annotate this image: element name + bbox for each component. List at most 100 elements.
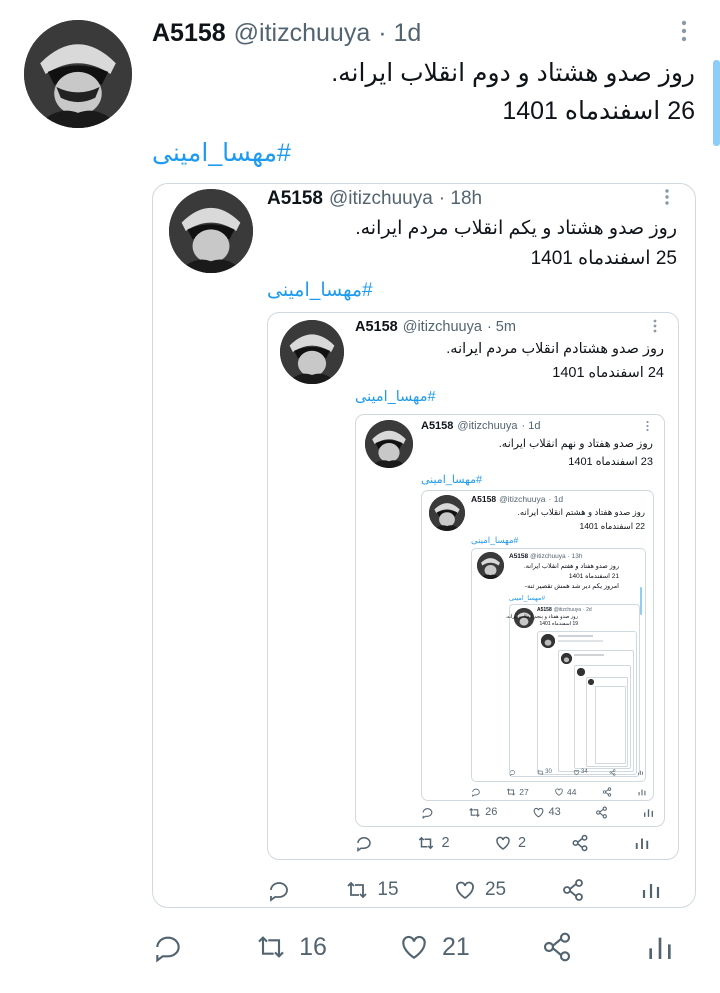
share-icon[interactable]: [571, 834, 589, 852]
like-action[interactable]: 25: [453, 878, 506, 902]
hashtag-link[interactable]: #مهسا_امینی: [509, 594, 545, 602]
quoted-tweet[interactable]: A5158 @itizchuuya · 2d روز صدو هفتاد و پ…: [505, 604, 640, 777]
author-name[interactable]: A5158: [421, 420, 453, 432]
reply-icon[interactable]: [355, 834, 373, 852]
author-name[interactable]: A5158: [509, 553, 528, 560]
quote-text-line-1: روز صدو هشتادم انقلاب مردم ایرانه.: [446, 341, 664, 357]
quoted-tweet[interactable]: A5158 @itizchuuya · 1d روز صدو هفتاد و ن…: [355, 414, 665, 827]
timestamp[interactable]: · 1d: [522, 420, 541, 432]
reply-icon[interactable]: [421, 806, 434, 819]
analytics-icon[interactable]: [642, 806, 655, 819]
share-icon[interactable]: [595, 806, 608, 819]
tweet-actions: 26 43: [421, 803, 655, 821]
quote-text-line-1: روز صدو هشتاد و یکم انقلاب مردم ایرانه.: [355, 218, 677, 239]
hashtag-link[interactable]: #مهسا_امینی: [471, 535, 518, 546]
quote-text-line-1: روز صدو هفتاد و هشتم انقلاب ایرانه.: [517, 507, 645, 517]
hashtag-link[interactable]: #مهسا_امینی: [421, 473, 482, 486]
like-count: 25: [484, 879, 507, 900]
analytics-icon[interactable]: [637, 787, 647, 797]
hashtag-link[interactable]: #مهسا_امینی: [152, 138, 291, 168]
author-handle[interactable]: @itizchuuya: [499, 494, 545, 504]
avatar[interactable]: [169, 189, 253, 273]
quoted-tweet[interactable]: [537, 631, 637, 775]
analytics-icon[interactable]: [633, 834, 651, 852]
author-handle[interactable]: @itizchuuya: [457, 420, 517, 432]
share-icon[interactable]: [541, 931, 573, 963]
quoted-tweet[interactable]: A5158 @itizchuuya · 18h روز صدو هشتاد و …: [152, 183, 696, 908]
quoted-tweet[interactable]: [595, 686, 626, 764]
scroll-indicator[interactable]: [640, 587, 642, 615]
tweet-actions: 2 2: [355, 832, 651, 854]
avatar[interactable]: [477, 552, 504, 579]
analytics-icon[interactable]: [644, 931, 676, 963]
reply-icon[interactable]: [471, 787, 481, 797]
heart-icon: [533, 807, 543, 817]
timestamp[interactable]: · 5m: [487, 319, 516, 335]
quoted-tweet[interactable]: [574, 665, 631, 769]
timestamp[interactable]: · 1d: [378, 19, 421, 48]
share-icon[interactable]: [609, 768, 616, 776]
like-action[interactable]: 43: [532, 806, 561, 819]
retweet-count: 15: [377, 879, 399, 900]
avatar[interactable]: [561, 653, 572, 664]
quoted-tweet[interactable]: A5158 @itizchuuya · 13h روز صدو هفتاد و …: [471, 548, 646, 782]
avatar[interactable]: [365, 420, 413, 468]
author-handle[interactable]: @itizchuuya: [403, 319, 482, 335]
like-action[interactable]: 2: [494, 834, 526, 852]
author-name[interactable]: A5158: [471, 494, 496, 504]
more-icon[interactable]: [643, 419, 652, 432]
author-handle[interactable]: @itizchuuya: [329, 188, 433, 210]
like-action[interactable]: 34: [573, 769, 588, 776]
retweet-action[interactable]: 30: [537, 769, 552, 776]
reply-icon[interactable]: [509, 769, 516, 776]
avatar[interactable]: [541, 634, 555, 648]
placeholder-text: [558, 635, 593, 637]
tweet-actions: 27 44: [471, 785, 647, 799]
quote-header: A5158 @itizchuuya · 1d: [421, 418, 540, 434]
avatar[interactable]: [24, 20, 132, 128]
author-name[interactable]: A5158: [267, 188, 323, 210]
retweet-action[interactable]: 16: [255, 931, 327, 963]
like-action[interactable]: 44: [554, 787, 576, 797]
avatar[interactable]: [588, 679, 594, 685]
timestamp[interactable]: · 18h: [439, 188, 482, 210]
more-icon[interactable]: [649, 318, 661, 334]
like-count: 43: [548, 806, 561, 818]
quoted-tweet[interactable]: A5158 @itizchuuya · 5m روز صدو هشتادم ان…: [267, 312, 679, 860]
avatar[interactable]: [429, 495, 465, 531]
avatar[interactable]: [577, 668, 585, 676]
retweet-action[interactable]: 26: [468, 806, 497, 819]
reply-icon[interactable]: [267, 878, 291, 902]
share-icon[interactable]: [602, 787, 612, 797]
timestamp[interactable]: · 2d: [583, 607, 592, 613]
retweet-icon: [347, 881, 368, 899]
analytics-icon[interactable]: [637, 769, 644, 776]
reply-icon[interactable]: [152, 931, 184, 963]
quoted-tweet[interactable]: A5158 @itizchuuya · 1d روز صدو هفتاد و ه…: [421, 490, 654, 801]
retweet-action[interactable]: 27: [506, 787, 529, 797]
hashtag-link[interactable]: #مهسا_امینی: [355, 389, 436, 405]
like-action[interactable]: 21: [398, 931, 470, 963]
author-name[interactable]: A5158: [537, 607, 552, 613]
author-name[interactable]: A5158: [355, 319, 398, 335]
timestamp[interactable]: · 1d: [549, 494, 564, 504]
retweet-count: 27: [519, 787, 529, 797]
author-handle[interactable]: @itizchuuya: [530, 553, 566, 560]
share-icon[interactable]: [561, 878, 585, 902]
scroll-indicator[interactable]: [713, 60, 720, 146]
tweet-actions: 15 25: [267, 876, 663, 904]
timestamp[interactable]: · 13h: [568, 553, 583, 560]
retweet-action[interactable]: 15: [345, 878, 399, 902]
retweet-icon: [537, 769, 544, 775]
more-icon[interactable]: [672, 18, 696, 44]
quoted-tweet[interactable]: [558, 650, 634, 772]
avatar[interactable]: [280, 320, 344, 384]
author-handle[interactable]: @itizchuuya: [234, 19, 371, 48]
author-name[interactable]: A5158: [152, 19, 226, 48]
retweet-action[interactable]: 2: [417, 834, 450, 852]
author-handle[interactable]: @itizchuuya: [554, 607, 581, 613]
hashtag-link[interactable]: #مهسا_امینی: [267, 279, 373, 302]
quoted-tweet[interactable]: [586, 677, 628, 767]
analytics-icon[interactable]: [639, 878, 663, 902]
more-icon[interactable]: [659, 187, 675, 207]
